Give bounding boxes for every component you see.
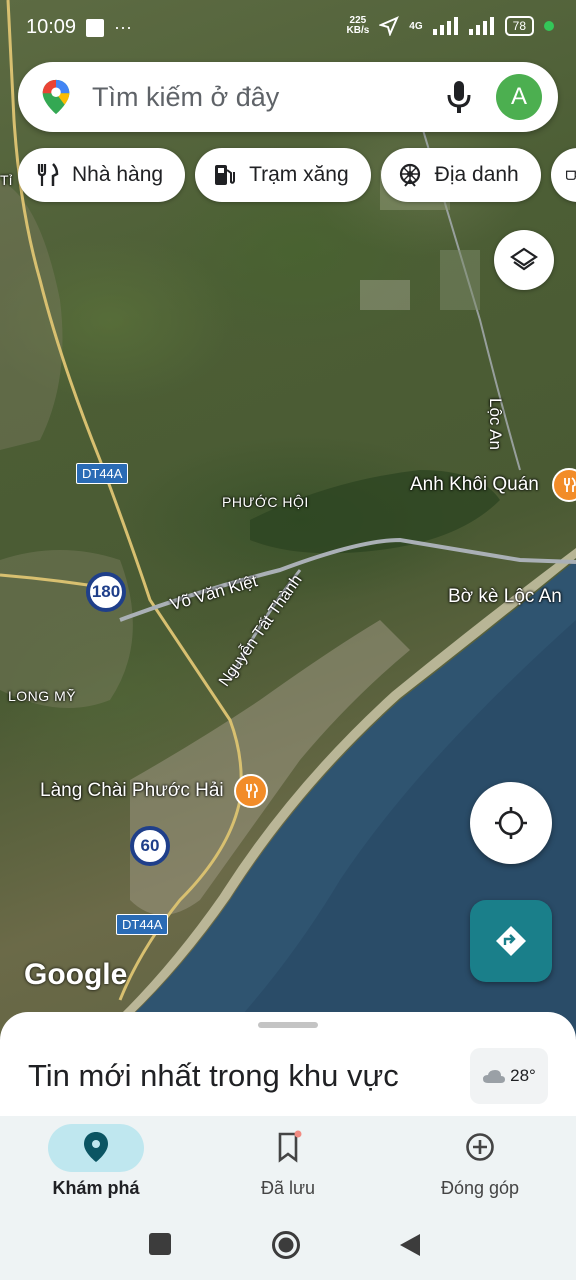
back-button-icon[interactable]	[398, 1232, 422, 1258]
nav-contribute[interactable]: Đóng góp	[384, 1116, 576, 1210]
weather-chip[interactable]: 28°	[470, 1048, 548, 1104]
bookmark-icon	[278, 1130, 302, 1163]
chip-label: Trạm xăng	[249, 163, 349, 186]
coffee-icon	[565, 170, 576, 180]
search-bar[interactable]: Tìm kiếm ở đây A	[18, 62, 558, 132]
google-attribution: Google	[24, 958, 128, 991]
avatar-letter: A	[510, 83, 527, 110]
sheet-title: Tin mới nhất trong khu vực	[28, 1058, 399, 1093]
account-avatar[interactable]: A	[496, 74, 542, 120]
crosshair-icon	[495, 807, 527, 839]
home-button-icon[interactable]	[271, 1230, 301, 1260]
nav-label: Đóng góp	[440, 1178, 520, 1198]
restaurant-pin-icon-2[interactable]	[234, 774, 268, 808]
map-label-long-my: LONG MỸ	[8, 688, 77, 704]
network-speed: 225 KB/s	[346, 15, 370, 36]
drag-handle[interactable]	[258, 1022, 318, 1028]
chip-gas-stations[interactable]: Trạm xăng	[195, 148, 371, 202]
signal-icon-2	[468, 17, 494, 35]
status-right-icons: 225 KB/s 4G 78	[346, 15, 554, 36]
explore-pin-icon	[84, 1132, 108, 1162]
bottom-navigation: Khám phá Đã lưu Đóng góp	[0, 1116, 576, 1210]
map-label-phuoc-hoi: PHƯỚC HỘI	[222, 494, 309, 510]
nav-label: Khám phá	[52, 1178, 140, 1198]
landmark-icon	[399, 163, 420, 187]
bottom-sheet[interactable]: Tin mới nhất trong khu vực 28°	[0, 1012, 576, 1122]
microphone-icon[interactable]	[444, 77, 474, 117]
privacy-dot-icon	[544, 21, 554, 31]
nav-saved[interactable]: Đã lưu	[192, 1116, 384, 1210]
poi-label-lang-chai[interactable]: Làng Chài Phước Hải	[40, 780, 224, 802]
layers-button[interactable]	[494, 230, 554, 290]
weather-temp: 28°	[510, 1066, 536, 1085]
map-label-tl: Tỉ	[0, 172, 13, 188]
chip-coffee[interactable]	[550, 148, 576, 202]
layers-icon	[510, 247, 538, 271]
search-input[interactable]: Tìm kiếm ở đây	[92, 82, 444, 113]
category-chips: Nhà hàng Trạm xăng Địa danh	[18, 148, 576, 202]
poi-label-anh-khoi-quan[interactable]: Anh Khôi Quán	[410, 474, 539, 496]
nav-label: Đã lưu	[260, 1178, 316, 1198]
poi-label-bo-ke-loc-an[interactable]: Bờ kè Lộc An	[448, 586, 562, 608]
chip-landmarks[interactable]: Địa danh	[380, 148, 541, 202]
signal-icon	[432, 17, 458, 35]
gas-station-icon	[215, 165, 236, 185]
status-notification-icons: ···	[86, 17, 132, 38]
road-sign-dt44a-2: DT44A	[116, 914, 169, 935]
status-time: 10:09	[26, 16, 77, 38]
chip-label: Nhà hàng	[72, 163, 164, 186]
status-bar: 10:09 ··· 225 KB/s 4G 78	[0, 0, 576, 56]
add-circle-icon	[466, 1133, 494, 1161]
notification-icon	[86, 18, 104, 37]
recents-button-icon[interactable]	[148, 1232, 172, 1256]
system-navigation-bar	[0, 1210, 576, 1280]
battery-icon: 78	[504, 16, 534, 36]
more-notifications: ···	[114, 17, 132, 37]
chip-restaurants[interactable]: Nhà hàng	[18, 148, 186, 202]
cloud-icon	[483, 1070, 506, 1083]
route-shield-180: 180	[86, 572, 126, 612]
chip-label: Địa danh	[434, 163, 519, 186]
network-type: 4G	[409, 20, 423, 32]
my-location-button[interactable]	[470, 782, 552, 864]
map-label-loc-an: Lộc An	[486, 398, 505, 450]
google-maps-pin-icon	[42, 79, 70, 115]
location-arrow-icon	[379, 16, 400, 36]
fork-knife-icon	[37, 163, 59, 186]
directions-button[interactable]	[470, 900, 552, 982]
route-shield-60: 60	[130, 826, 170, 866]
nav-explore[interactable]: Khám phá	[0, 1116, 192, 1210]
directions-icon	[496, 926, 526, 956]
road-sign-dt44a: DT44A	[76, 463, 129, 484]
